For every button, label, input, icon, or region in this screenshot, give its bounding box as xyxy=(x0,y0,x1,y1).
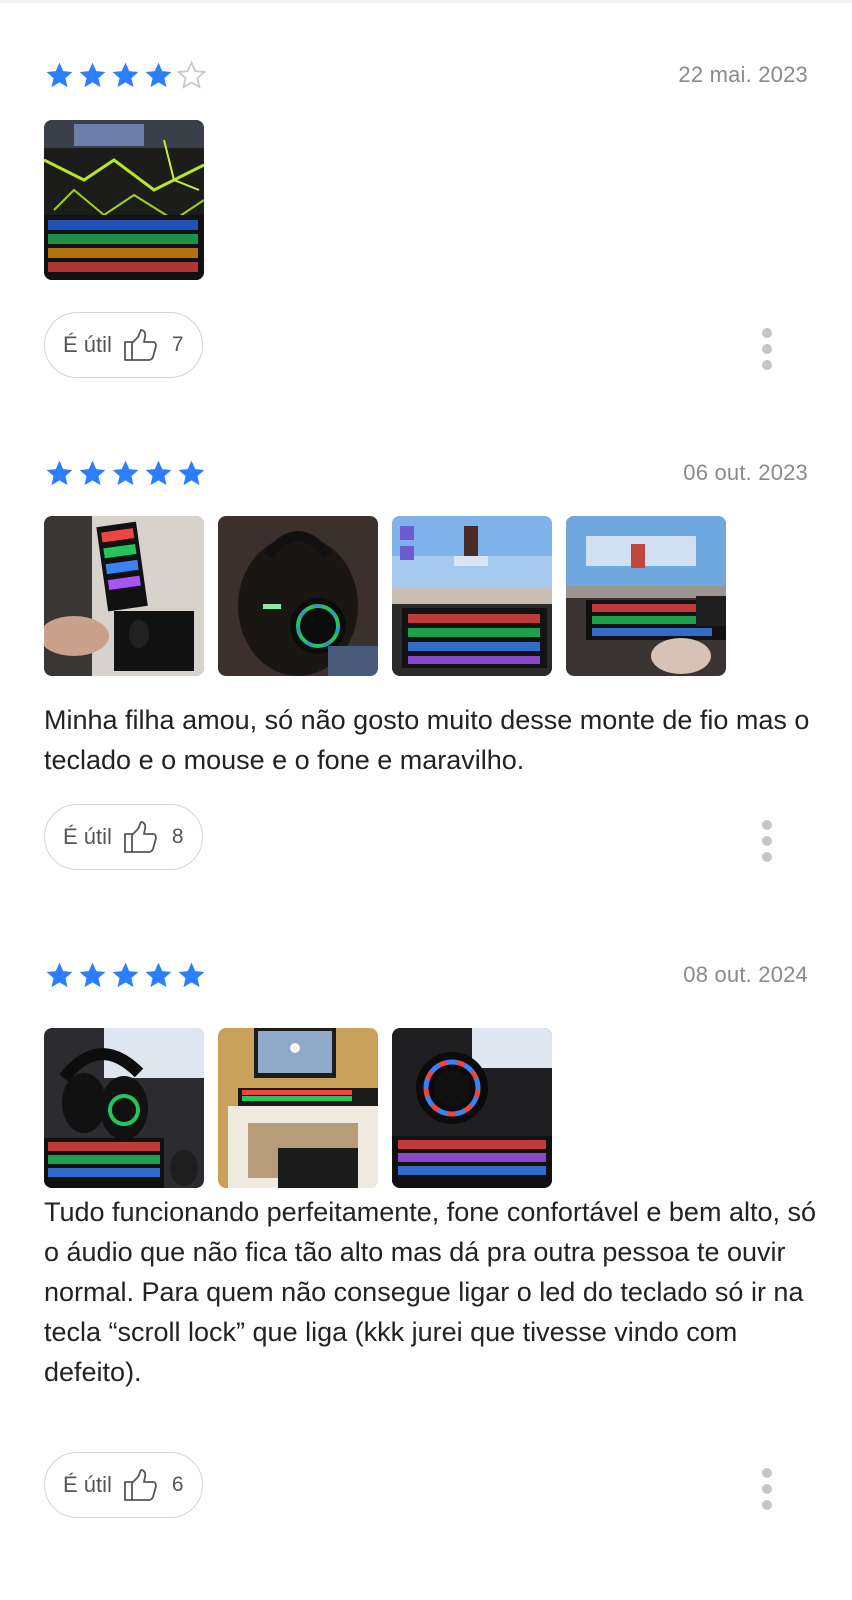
review-photo[interactable] xyxy=(44,120,204,280)
star-filled-icon xyxy=(79,962,106,988)
helpful-label: É útil xyxy=(63,1472,112,1497)
review-card: 22 mai. 2023 É útil 7 xyxy=(0,60,852,390)
helpful-count: 6 xyxy=(171,1473,184,1496)
top-divider xyxy=(0,0,852,3)
star-filled-icon xyxy=(46,62,73,88)
more-options-icon[interactable] xyxy=(760,820,774,862)
review-photo[interactable] xyxy=(392,1028,552,1188)
review-text: Tudo funcionando perfeitamente, fone con… xyxy=(44,1197,816,1387)
more-options-icon[interactable] xyxy=(760,1468,774,1510)
review-card: 08 out. 2024 Tudo funcionando perfeitame… xyxy=(0,960,852,1560)
review-date: 06 out. 2023 xyxy=(683,460,808,485)
star-filled-icon xyxy=(178,962,205,988)
review-photos xyxy=(44,516,726,676)
review-photo[interactable] xyxy=(392,516,552,676)
review-photos xyxy=(44,1028,552,1188)
star-filled-icon xyxy=(46,460,73,486)
star-filled-icon xyxy=(79,62,106,88)
star-rating xyxy=(44,960,207,991)
star-empty-icon xyxy=(176,60,207,89)
review-date: 08 out. 2024 xyxy=(683,962,808,987)
star-filled-icon xyxy=(145,962,172,988)
review-photo[interactable] xyxy=(44,1028,204,1188)
thumbs-up-icon xyxy=(124,1469,157,1501)
helpful-button[interactable]: É útil 7 xyxy=(44,312,203,378)
review-photo[interactable] xyxy=(44,516,204,676)
star-filled-icon xyxy=(178,460,205,486)
star-filled-icon xyxy=(145,460,172,486)
star-filled-icon xyxy=(145,62,172,88)
review-photo[interactable] xyxy=(218,1028,378,1188)
review-photo[interactable] xyxy=(218,516,378,676)
star-filled-icon xyxy=(112,460,139,486)
more-options-icon[interactable] xyxy=(760,328,774,370)
review-text: Minha filha amou, só não gosto muito des… xyxy=(44,705,810,775)
helpful-label: É útil xyxy=(63,332,112,357)
thumbs-up-icon xyxy=(124,329,157,361)
star-filled-icon xyxy=(112,62,139,88)
review-date: 22 mai. 2023 xyxy=(678,62,808,87)
helpful-button[interactable]: É útil 6 xyxy=(44,1452,203,1518)
helpful-button[interactable]: É útil 8 xyxy=(44,804,203,870)
star-filled-icon xyxy=(79,460,106,486)
star-rating xyxy=(44,458,207,489)
star-filled-icon xyxy=(46,962,73,988)
helpful-count: 8 xyxy=(171,825,184,848)
review-card: 06 out. 2023 Minha filha amou, só não go… xyxy=(0,458,852,888)
star-filled-icon xyxy=(112,962,139,988)
star-rating xyxy=(44,60,207,91)
helpful-label: É útil xyxy=(63,824,112,849)
helpful-count: 7 xyxy=(171,333,184,356)
review-photo[interactable] xyxy=(566,516,726,676)
review-photos xyxy=(44,120,204,280)
thumbs-up-icon xyxy=(124,821,157,853)
